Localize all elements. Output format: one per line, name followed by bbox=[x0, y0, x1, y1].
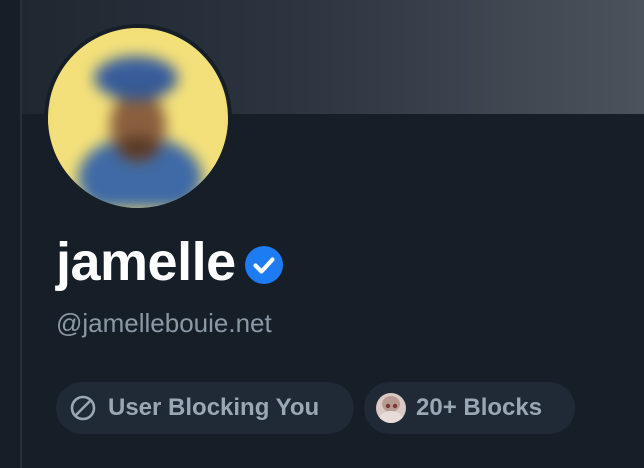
blocking-you-label: User Blocking You bbox=[108, 394, 320, 421]
avatar-frame bbox=[44, 24, 232, 212]
blocking-you-badge[interactable]: User Blocking You bbox=[56, 382, 354, 434]
display-name: jamelle bbox=[56, 232, 236, 292]
verified-checkmark-icon[interactable] bbox=[244, 245, 284, 285]
name-row: jamelle bbox=[56, 230, 284, 294]
avatar-image bbox=[48, 28, 228, 208]
profile-labels: User Blocking You 20+ Blocks bbox=[56, 382, 575, 434]
block-count-label: 20+ Blocks bbox=[416, 394, 543, 421]
blocker-avatar-icon bbox=[376, 393, 406, 423]
block-count-badge[interactable]: 20+ Blocks bbox=[364, 382, 575, 434]
block-icon bbox=[68, 393, 98, 423]
profile-handle: @jamellebouie.net bbox=[56, 308, 272, 338]
avatar[interactable] bbox=[48, 28, 228, 208]
